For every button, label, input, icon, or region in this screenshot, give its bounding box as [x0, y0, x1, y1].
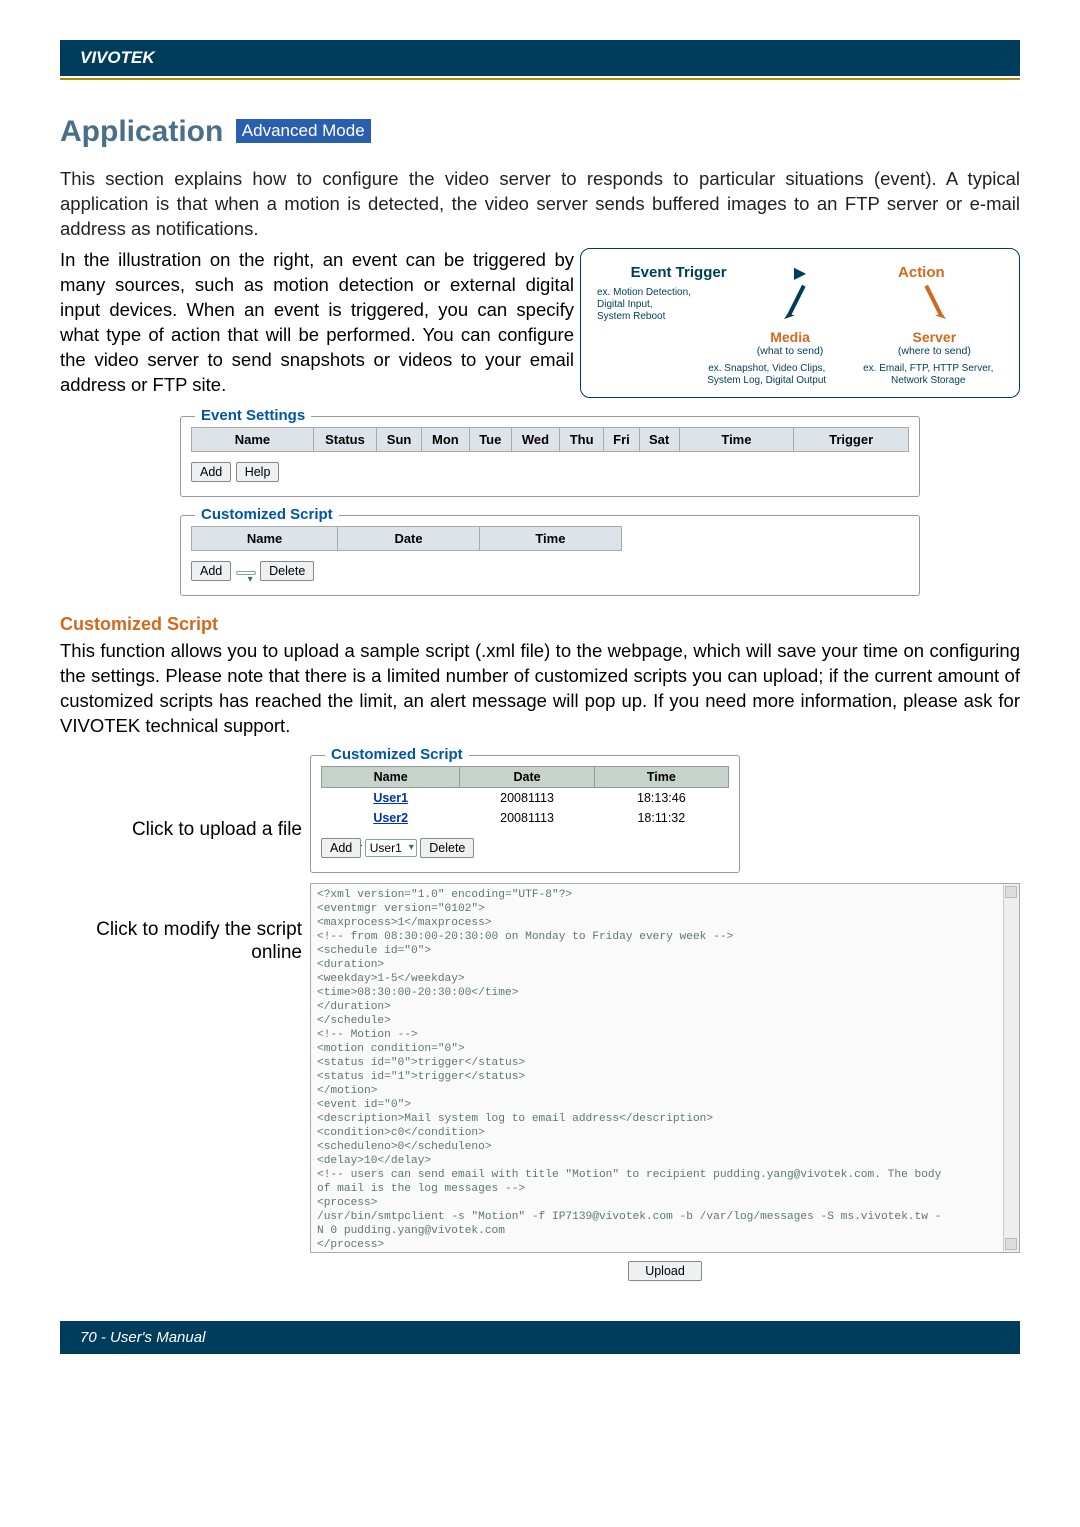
scroll-up-icon[interactable]: [1005, 886, 1017, 898]
col-status: Status: [313, 427, 376, 451]
customized-script-example-legend: Customized Script: [325, 746, 469, 763]
help-button[interactable]: Help: [236, 462, 280, 482]
col-tue: Tue: [469, 427, 511, 451]
diagram-action-label: Action: [861, 264, 981, 281]
diagram-media-sub: (what to send): [720, 345, 859, 357]
col-date: Date: [460, 766, 594, 787]
script-select[interactable]: [236, 571, 256, 575]
col-sun: Sun: [377, 427, 422, 451]
customized-script-paragraph: This function allows you to upload a sam…: [60, 639, 1020, 739]
play-icon: ▶: [794, 263, 806, 283]
col-name: Name: [192, 427, 314, 451]
customized-script-panel: Customized Script Name Date Time Add Del…: [180, 515, 920, 596]
customized-script-example-table: Name Date Time User1 20081113 18:13:46 U…: [321, 766, 729, 828]
col-mon: Mon: [422, 427, 470, 451]
delete-button[interactable]: Delete: [420, 838, 474, 858]
event-settings-panel: Event Settings Name Status Sun Mon Tue W…: [180, 416, 920, 497]
col-time: Time: [594, 766, 728, 787]
add-button[interactable]: Add: [191, 561, 231, 581]
col-time: Time: [479, 526, 621, 550]
mode-badge: Advanced Mode: [236, 119, 371, 143]
col-trigger: Trigger: [794, 427, 909, 451]
diagram-media-label: Media: [720, 329, 859, 345]
diagram-event-trigger-label: Event Trigger: [619, 264, 739, 281]
cell-time: 18:13:46: [594, 787, 728, 808]
cell-date: 20081113: [460, 787, 594, 808]
script-link-user2[interactable]: User2: [373, 811, 408, 825]
header-brand: VIVOTEK: [60, 40, 1020, 76]
add-button[interactable]: Add: [321, 838, 361, 858]
script-link-user1[interactable]: User1: [373, 791, 408, 805]
table-row: User2 20081113 18:11:32: [322, 808, 729, 828]
col-name: Name: [192, 526, 338, 550]
xml-content: <?xml version="1.0" encoding="UTF-8"?> <…: [317, 889, 941, 1253]
col-time: Time: [679, 427, 794, 451]
xml-editor[interactable]: <?xml version="1.0" encoding="UTF-8"?> <…: [310, 883, 1020, 1253]
annotation-upload: Click to upload a file: [60, 819, 302, 842]
upload-button[interactable]: Upload: [628, 1261, 702, 1281]
script-select[interactable]: User1: [365, 839, 417, 857]
diagram-media-example: ex. Snapshot, Video Clips, System Log, D…: [686, 363, 848, 387]
diagram-server-sub: (where to send): [860, 345, 1009, 357]
col-sat: Sat: [639, 427, 679, 451]
page-footer: 70 - User's Manual: [60, 1321, 1020, 1354]
arrow-icon: [919, 283, 955, 319]
customized-script-table: Name Date Time: [191, 526, 622, 551]
col-fri: Fri: [604, 427, 640, 451]
illustration-paragraph: In the illustration on the right, an eve…: [60, 248, 574, 398]
table-row: User1 20081113 18:13:46: [322, 787, 729, 808]
add-button[interactable]: Add: [191, 462, 231, 482]
diagram-server-label: Server: [860, 329, 1009, 345]
col-name: Name: [322, 766, 460, 787]
page-title: Application: [60, 115, 223, 149]
customized-script-legend: Customized Script: [195, 506, 339, 523]
intro-paragraph: This section explains how to configure t…: [60, 167, 1020, 242]
event-settings-table: Name Status Sun Mon Tue Wed Thu Fri Sat …: [191, 427, 909, 452]
cell-date: 20081113: [460, 808, 594, 828]
customized-script-example-panel: Customized Script Name Date Time User1 2…: [310, 755, 740, 873]
event-action-diagram: Event Trigger ▶ Action ex. Motion Detect…: [580, 248, 1020, 398]
annotation-modify: Click to modify the script online: [60, 919, 302, 965]
customized-script-heading: Customized Script: [60, 614, 1020, 635]
col-thu: Thu: [560, 427, 604, 451]
col-wed: Wed: [511, 427, 559, 451]
arrow-icon: [775, 283, 811, 319]
cell-time: 18:11:32: [594, 808, 728, 828]
delete-button[interactable]: Delete: [260, 561, 314, 581]
scroll-den-icon[interactable]: [1005, 1238, 1017, 1250]
event-settings-legend: Event Settings: [195, 407, 311, 424]
scrollbar[interactable]: [1003, 884, 1019, 1252]
diagram-trigger-subtext: ex. Motion Detection, Digital Input, Sys…: [591, 287, 721, 323]
diagram-server-example: ex. Email, FTP, HTTP Server, Network Sto…: [848, 363, 1010, 387]
col-date: Date: [338, 526, 480, 550]
